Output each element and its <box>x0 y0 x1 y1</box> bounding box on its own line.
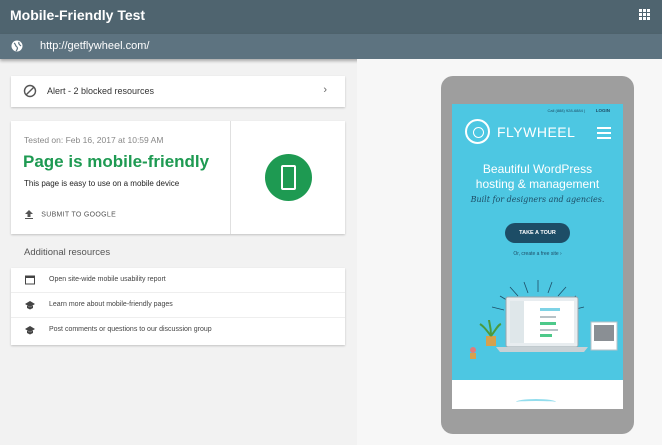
submit-label: SUBMIT TO GOOGLE <box>41 211 117 219</box>
result-card: Tested on: Feb 16, 2017 at 10:59 AM Page… <box>11 121 345 234</box>
url-bar[interactable]: http://getflywheel.com/ <box>0 34 662 59</box>
resource-item[interactable]: Post comments or questions to our discus… <box>11 318 345 343</box>
take-a-tour-button[interactable]: TAKE A TOUR <box>505 223 570 243</box>
resource-item[interactable]: Open site-wide mobile usability report <box>11 268 345 293</box>
upload-icon <box>25 210 33 219</box>
site-logo-text: FLYWHEEL <box>497 124 576 140</box>
app-header: Mobile-Friendly Test <box>0 0 662 34</box>
resource-item[interactable]: Learn more about mobile-friendly pages <box>11 293 345 318</box>
laptop-illustration <box>470 280 618 359</box>
resources-list: Open site-wide mobile usability report L… <box>11 268 345 345</box>
site-subheadline: Built for designers and agencies. <box>470 195 605 204</box>
alert-text: Alert - 2 blocked resources <box>47 86 155 96</box>
result-summary: Tested on: Feb 16, 2017 at 10:59 AM Page… <box>11 121 231 234</box>
school-icon <box>25 326 35 335</box>
site-headline: Beautiful WordPress hosting & management <box>452 162 623 192</box>
resource-label[interactable]: Open site-wide mobile usability report <box>49 276 166 283</box>
next-section-divider <box>516 399 556 405</box>
blocked-resources-alert[interactable]: Alert - 2 blocked resources › <box>11 76 345 107</box>
globe-icon <box>11 40 23 52</box>
site-headline-line-1: Beautiful WordPress <box>482 162 593 176</box>
school-icon <box>25 301 35 310</box>
resource-label[interactable]: Learn more about mobile-friendly pages <box>49 301 173 308</box>
flywheel-logo-icon <box>465 119 490 144</box>
create-free-site-link[interactable]: Or, create a free site › <box>452 251 623 257</box>
site-hero: Call (888) 928-6884 | LOGIN FLYWHEEL Bea… <box>452 104 623 380</box>
chevron-right-icon[interactable]: › <box>323 84 327 96</box>
site-login-link[interactable]: LOGIN <box>596 108 610 113</box>
additional-resources-heading: Additional resources <box>24 247 111 258</box>
hamburger-menu-icon[interactable] <box>597 127 611 142</box>
blocked-icon <box>23 84 37 98</box>
tested-timestamp: Tested on: Feb 16, 2017 at 10:59 AM <box>24 135 164 145</box>
resource-label[interactable]: Post comments or questions to our discus… <box>49 326 212 333</box>
url-text[interactable]: http://getflywheel.com/ <box>40 40 149 52</box>
phone-screen[interactable]: Call (888) 928-6884 | LOGIN FLYWHEEL Bea… <box>452 104 623 409</box>
apps-grid-icon[interactable] <box>639 9 650 20</box>
report-icon <box>25 275 35 285</box>
verdict-heading: Page is mobile-friendly <box>23 152 210 171</box>
site-headline-line-2: hosting & management <box>475 177 600 191</box>
submit-to-google-button[interactable]: SUBMIT TO GOOGLE <box>25 210 116 219</box>
app-title: Mobile-Friendly Test <box>10 7 146 23</box>
verdict-description: This page is easy to use on a mobile dev… <box>24 179 180 188</box>
mobile-friendly-icon <box>265 154 312 201</box>
site-call-text: Call (888) 928-6884 | <box>547 108 585 113</box>
